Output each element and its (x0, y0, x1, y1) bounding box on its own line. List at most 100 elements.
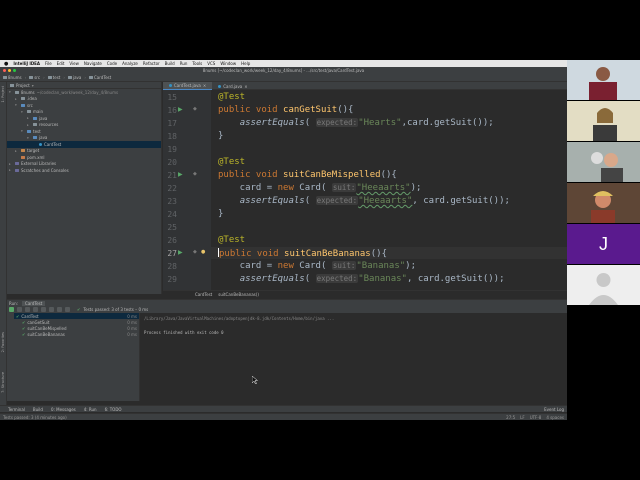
chevron-down-icon[interactable]: ▾ (21, 129, 25, 133)
run-console[interactable]: /Library/Java/JavaVirtualMachines/adopto… (141, 313, 567, 401)
nav-crumb[interactable]: CardTest (88, 75, 111, 80)
chevron-down-icon[interactable]: ▾ (21, 110, 25, 114)
code-line[interactable]: @Test (218, 235, 245, 245)
menu-tools[interactable]: Tools (192, 61, 202, 66)
test-passed-icon: ✔ (16, 313, 20, 319)
breadcrumb-item[interactable]: CardTest (195, 292, 212, 297)
expand-all-icon[interactable] (41, 307, 46, 312)
chevron-right-icon[interactable]: ▸ (9, 162, 13, 166)
code-line[interactable]: public void suitCanBeBananas(){ (218, 248, 387, 259)
tool-window-button[interactable]: 0: Messages (51, 407, 76, 412)
participant-tile[interactable] (567, 101, 640, 141)
status-text: Tests passed: 3 (4 minutes ago) (3, 414, 67, 420)
tool-window-button[interactable]: 6: TODO (105, 407, 122, 412)
nav-crumb[interactable]: test (47, 75, 60, 80)
participant-tile[interactable] (567, 183, 640, 223)
status-item[interactable]: LF (520, 415, 525, 420)
nav-crumb[interactable]: java (67, 75, 81, 80)
close-window-icon[interactable] (3, 69, 6, 72)
run-test-icon[interactable]: ▶ (178, 171, 185, 178)
collapse-all-icon[interactable] (49, 307, 54, 312)
tree-item[interactable]: ▸ Scratches and Consoles (7, 167, 161, 174)
participant-tile[interactable] (567, 142, 640, 182)
zoom-window-icon[interactable] (13, 69, 16, 72)
event-log-button[interactable]: Event Log (544, 407, 567, 412)
line-number: 18 (167, 132, 177, 141)
lib-icon (15, 168, 19, 172)
chevron-down-icon[interactable]: ▾ (32, 83, 34, 88)
run-test-icon[interactable]: ▶ (178, 106, 185, 113)
code-line[interactable]: card = new Card( suit:"Bananas"); (218, 261, 416, 271)
code-editor[interactable]: 15 16 ▶ ◆ 17 18 19 20 21 ▶ ◆ 22 23 24 25 26 27 ▶ ◆ ● 28 29 @T… (163, 90, 567, 290)
structure-tool-tab[interactable]: 7: Structure (1, 372, 5, 393)
chevron-right-icon[interactable]: ▸ (15, 97, 19, 101)
code-line[interactable]: } (218, 131, 223, 141)
menu-run[interactable]: Run (180, 61, 188, 66)
favorites-tool-tab[interactable]: 2: Favorites (1, 332, 5, 352)
close-icon[interactable]: × (244, 84, 247, 89)
code-line[interactable]: assertEquals( expected:"Bananas", card.g… (218, 274, 505, 284)
code-line[interactable]: assertEquals( expected:"Heeaarts", card.… (218, 196, 510, 206)
folder-icon (33, 116, 37, 120)
test-result-row[interactable]: ✔ suitCanBeBananas 0 ms (14, 331, 139, 337)
code-line[interactable]: public void suitCanBeMispelled(){ (218, 170, 397, 180)
code-line[interactable]: @Test (218, 92, 245, 102)
tool-window-button[interactable]: Build (33, 407, 43, 412)
project-panel-header: Project ▾ (7, 82, 161, 89)
participant-tile[interactable]: J (567, 224, 640, 264)
nav-crumb[interactable]: src (29, 75, 40, 80)
menu-window[interactable]: Window (220, 61, 236, 66)
editor-gutter[interactable]: 15 16 ▶ ◆ 17 18 19 20 21 ▶ ◆ 22 23 24 25 26 27 ▶ ◆ ● 28 29 (163, 90, 211, 290)
minimize-window-icon[interactable] (8, 69, 11, 72)
intention-bulb-icon[interactable]: ● (201, 249, 208, 256)
status-item[interactable]: 27:5 (506, 415, 515, 420)
editor-tab[interactable]: CardTest.java × (163, 82, 213, 90)
down-icon[interactable] (65, 307, 70, 312)
up-icon[interactable] (57, 307, 62, 312)
code-line[interactable]: public void canGetSuit(){ (218, 105, 353, 115)
menu-navigate[interactable]: Navigate (84, 61, 102, 66)
menu-refactor[interactable]: Refactor (143, 61, 160, 66)
run-config-tab[interactable]: CardTest (22, 300, 46, 306)
menu-code[interactable]: Code (107, 61, 117, 66)
code-line[interactable]: } (218, 209, 223, 219)
status-item[interactable]: UTF-8 (530, 415, 542, 420)
code-line[interactable]: card = new Card( suit:"Heeaarts"); (218, 183, 421, 193)
run-test-icon[interactable]: ▶ (178, 249, 185, 256)
nav-crumb[interactable]: 8nums (3, 75, 22, 80)
chevron-right-icon[interactable]: ▸ (27, 123, 31, 127)
participant-tile[interactable] (567, 265, 640, 305)
status-item[interactable]: 4 spaces (546, 415, 564, 420)
close-icon[interactable]: × (203, 83, 206, 88)
editor-tab[interactable]: Card.java × (212, 82, 253, 90)
passed-filter-icon[interactable] (17, 307, 22, 312)
breadcrumb-item[interactable]: suitCanBeBananas() (218, 292, 259, 297)
chevron-right-icon[interactable]: ▸ (15, 149, 19, 153)
menu-edit[interactable]: Edit (57, 61, 65, 66)
code-line[interactable]: assertEquals( expected:"Hearts",card.get… (218, 118, 494, 128)
chevron-down-icon[interactable]: ▾ (27, 136, 31, 140)
chevron-right-icon[interactable]: ▸ (9, 168, 13, 172)
run-toolbar: ✔ Tests passed: 3 of 3 tests – 0 ms (7, 306, 567, 313)
participant-tile[interactable] (567, 60, 640, 100)
menu-vcs[interactable]: VCS (207, 61, 215, 66)
ignored-filter-icon[interactable] (25, 307, 30, 312)
sort-icon[interactable] (33, 307, 38, 312)
menu-help[interactable]: Help (241, 61, 250, 66)
apple-icon[interactable]: ● (4, 61, 8, 67)
tool-window-button[interactable]: Terminal (8, 407, 25, 412)
chevron-down-icon[interactable]: ▾ (15, 103, 19, 107)
tree-item-label: main (33, 109, 43, 115)
menu-view[interactable]: View (69, 61, 79, 66)
menu-file[interactable]: File (45, 61, 52, 66)
chevron-down-icon[interactable]: ▾ (9, 90, 13, 94)
menu-analyze[interactable]: Analyze (122, 61, 138, 66)
menubar-app-name[interactable]: IntelliJ IDEA (13, 61, 40, 66)
tool-window-button[interactable]: 4: Run (84, 407, 97, 412)
project-panel-title[interactable]: Project (16, 83, 30, 88)
chevron-right-icon[interactable]: ▸ (27, 116, 31, 120)
code-line[interactable]: @Test (218, 157, 245, 167)
rerun-icon[interactable] (9, 307, 14, 312)
menu-build[interactable]: Build (165, 61, 175, 66)
project-tool-tab[interactable]: 1: Project (1, 86, 5, 103)
